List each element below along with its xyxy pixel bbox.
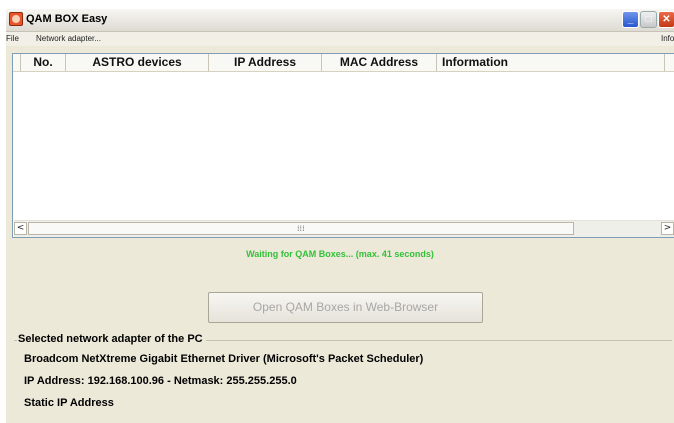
menu-info[interactable]: Info — [661, 34, 674, 43]
column-header-astro-devices[interactable]: ASTRO devices — [66, 54, 209, 71]
maximize-button[interactable]: □ — [640, 11, 657, 28]
network-adapter-group: Selected network adapter of the PC Broad… — [14, 333, 672, 423]
menu-bar: File Network adapter... Info — [6, 32, 674, 46]
app-window: QAM BOX Easy _ □ ✕ File Network adapter.… — [6, 9, 674, 423]
minimize-button[interactable]: _ — [622, 11, 639, 28]
scroll-left-arrow-icon[interactable]: < — [14, 222, 27, 235]
menu-file[interactable]: File — [6, 34, 19, 43]
scrollbar-grip-icon: ⁞⁞⁞ — [297, 224, 305, 233]
column-header-information[interactable]: Information — [437, 54, 665, 71]
window-title: QAM BOX Easy — [26, 13, 108, 25]
menu-network-adapter[interactable]: Network adapter... — [36, 34, 101, 43]
ip-netmask-line: IP Address: 192.168.100.96 - Netmask: 25… — [24, 375, 297, 387]
group-legend: Selected network adapter of the PC — [17, 333, 206, 345]
horizontal-scrollbar[interactable]: < ⁞⁞⁞ > — [14, 220, 674, 237]
column-spacer — [13, 54, 21, 71]
open-in-browser-button[interactable]: Open QAM Boxes in Web-Browser — [208, 292, 483, 323]
column-header-no[interactable]: No. — [21, 54, 66, 71]
close-button[interactable]: ✕ — [658, 11, 674, 28]
scroll-right-arrow-icon[interactable]: > — [661, 222, 674, 235]
device-list[interactable]: No. ASTRO devices IP Address MAC Address… — [12, 53, 674, 238]
adapter-driver: Broadcom NetXtreme Gigabit Ethernet Driv… — [24, 353, 424, 365]
list-header: No. ASTRO devices IP Address MAC Address… — [13, 54, 674, 72]
column-header-mac-address[interactable]: MAC Address — [322, 54, 437, 71]
ip-mode: Static IP Address — [24, 397, 114, 409]
column-header-ip-address[interactable]: IP Address — [209, 54, 322, 71]
scrollbar-thumb[interactable]: ⁞⁞⁞ — [28, 222, 574, 235]
status-message: Waiting for QAM Boxes... (max. 41 second… — [246, 249, 434, 259]
title-bar[interactable]: QAM BOX Easy _ □ ✕ — [6, 9, 674, 32]
app-icon — [9, 12, 23, 26]
